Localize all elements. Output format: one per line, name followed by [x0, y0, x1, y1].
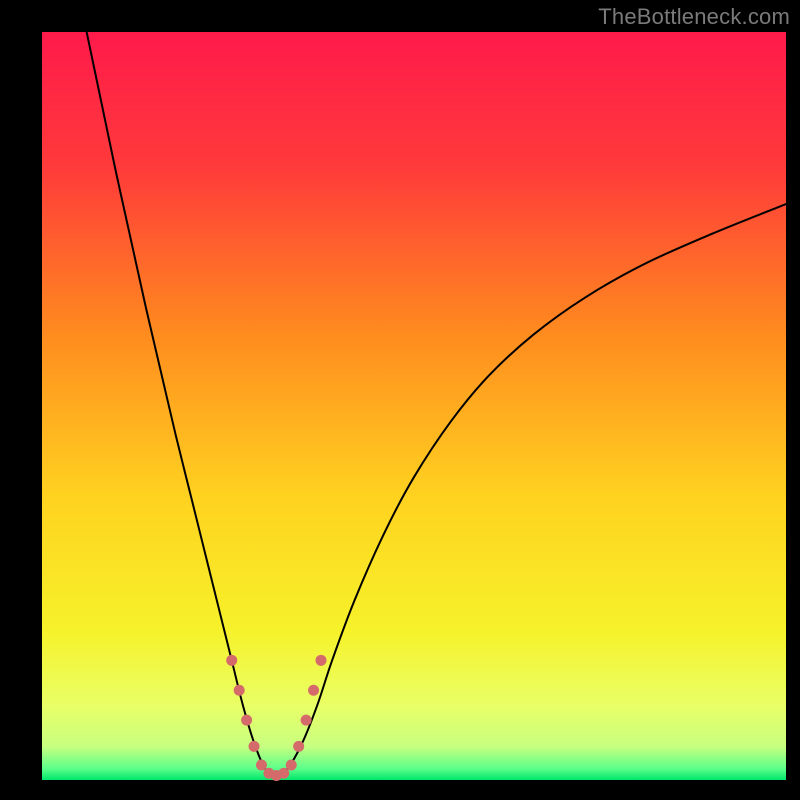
trough-highlight-dot — [286, 760, 297, 771]
trough-highlight-dot — [226, 655, 237, 666]
trough-highlight-dot — [234, 685, 245, 696]
trough-highlight-dot — [256, 760, 267, 771]
trough-highlight-dot — [301, 715, 312, 726]
trough-highlight-dot — [316, 655, 327, 666]
trough-highlight-dot — [308, 685, 319, 696]
chart-frame: TheBottleneck.com — [0, 0, 800, 800]
trough-highlight-dot — [293, 741, 304, 752]
trough-highlight-dot — [278, 768, 289, 779]
trough-highlight-dot — [241, 715, 252, 726]
trough-highlight-dot — [249, 741, 260, 752]
bottleneck-chart — [0, 0, 800, 800]
watermark-text: TheBottleneck.com — [598, 4, 790, 30]
plot-background — [42, 32, 786, 780]
